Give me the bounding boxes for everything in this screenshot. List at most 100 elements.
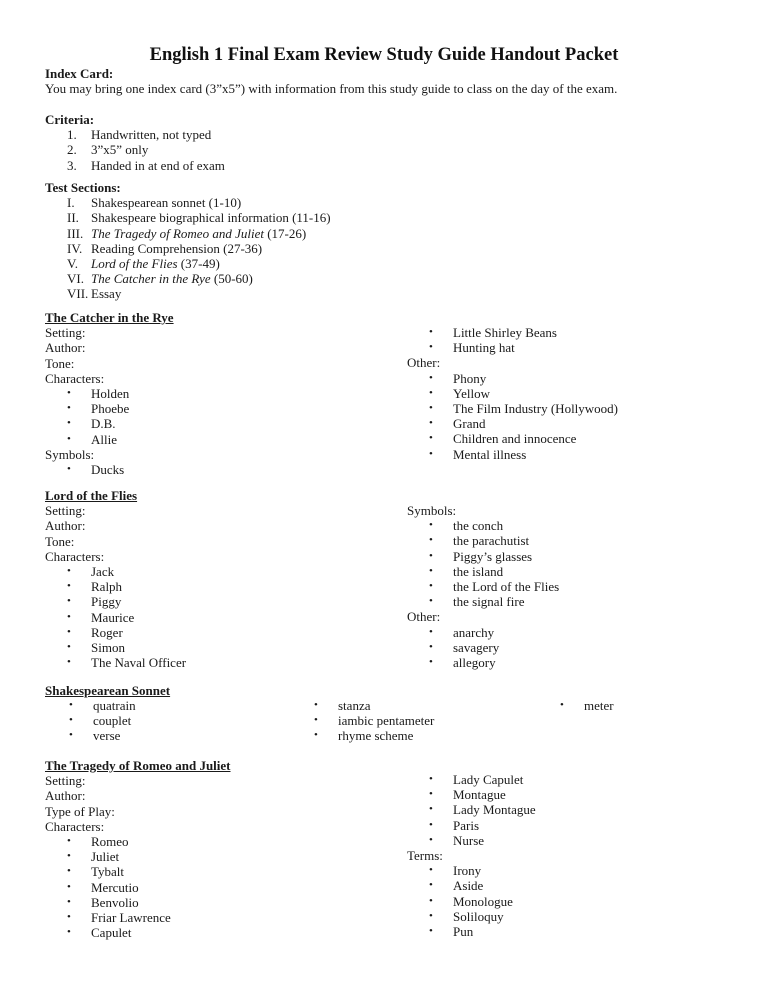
- bullet-icon: •: [429, 833, 433, 846]
- catcher-other-item: • The Film Industry (Hollywood): [407, 401, 618, 416]
- lotf-symbol-item: • Piggy’s glasses: [407, 549, 559, 564]
- bullet-icon: •: [67, 386, 71, 399]
- page-title: English 1 Final Exam Review Study Guide …: [149, 45, 619, 65]
- bullet-icon: •: [429, 788, 433, 801]
- lotf-symbol-item: • the signal fire: [407, 594, 559, 609]
- test-section-item: IV. Reading Comprehension (27-36): [67, 240, 263, 256]
- catcher-symbols-label: Symbols:: [45, 446, 95, 462]
- criteria-item: 2. 3”x5” only: [67, 142, 149, 158]
- bullet-icon: •: [429, 864, 433, 877]
- romeo-terms-label: Terms:: [407, 847, 443, 863]
- sonnet-col-2: • stanza • iambic pentameter • rhyme scheme: [290, 698, 434, 744]
- romeo-character-item: • Romeo: [45, 834, 231, 849]
- bullet-icon: •: [69, 729, 73, 742]
- lotf-symbols-label: Symbols:: [407, 503, 457, 518]
- catcher-symbol-item: • Hunting hat: [407, 340, 618, 355]
- catcher-symbol-item: • Little Shirley Beans: [407, 325, 618, 340]
- bullet-icon: •: [314, 699, 318, 711]
- catcher-author-label: Author:: [45, 340, 86, 356]
- lotf-symbol-item: • the Lord of the Flies: [407, 579, 559, 594]
- bullet-icon: •: [429, 432, 433, 445]
- romeo-character-item: • Capulet: [45, 925, 231, 940]
- catcher-other-item: • Phony: [407, 371, 618, 386]
- bullet-icon: •: [429, 549, 433, 562]
- lotf-other-item: • allegory: [407, 655, 559, 670]
- sonnet-term-item: • verse: [45, 728, 136, 743]
- criteria-item: 1. Handwritten, not typed: [67, 127, 212, 143]
- catcher-other-label: Other:: [407, 355, 441, 371]
- bullet-icon: •: [429, 534, 433, 547]
- bullet-icon: •: [429, 341, 433, 354]
- romeo-character-item: • Lady Capulet: [407, 772, 536, 787]
- test-section-item: VI. The Catcher in the Rye (50-60): [67, 271, 253, 287]
- bullet-icon: •: [67, 640, 71, 653]
- sonnet-col-3: • meter: [536, 698, 614, 713]
- bullet-icon: •: [69, 714, 73, 727]
- bullet-icon: •: [314, 729, 318, 742]
- romeo-term-item: • Monologue: [407, 894, 536, 909]
- catcher-characters-label: Characters:: [45, 370, 105, 386]
- catcher-other-item: • Mental illness: [407, 447, 618, 462]
- lotf-author-label: Author:: [45, 518, 86, 534]
- romeo-character-item: • Juliet: [45, 849, 231, 864]
- lotf-symbol-item: • the parachutist: [407, 533, 559, 548]
- romeo-section: The Tragedy of Romeo and Juliet Setting:…: [45, 758, 231, 940]
- test-sections: Test Sections: I. Shakespearean sonnet (1…: [45, 180, 331, 302]
- bullet-icon: •: [560, 699, 564, 711]
- test-section-item: III. The Tragedy of Romeo and Juliet (17-…: [67, 225, 307, 241]
- bullet-icon: •: [429, 401, 433, 414]
- bullet-icon: •: [429, 879, 433, 892]
- lotf-character-item: • Jack: [45, 564, 186, 579]
- romeo-term-item: • Pun: [407, 924, 536, 939]
- bullet-icon: •: [429, 655, 433, 668]
- romeo-heading: The Tragedy of Romeo and Juliet: [45, 758, 231, 773]
- lotf-tone-label: Tone:: [45, 533, 75, 549]
- lotf-characters-label: Characters:: [45, 548, 105, 564]
- test-section-item: I. Shakespearean sonnet (1-10): [67, 195, 242, 211]
- lotf-symbol-item: • the conch: [407, 518, 559, 533]
- bullet-icon: •: [67, 432, 71, 445]
- bullet-icon: •: [67, 880, 71, 893]
- bullet-icon: •: [67, 595, 71, 608]
- lotf-section-continued: Symbols: • the conch • the parachutist • Pi…: [407, 503, 559, 670]
- bullet-icon: •: [67, 625, 71, 638]
- bullet-icon: •: [69, 699, 73, 711]
- sonnet-term-item: • quatrain: [45, 698, 136, 713]
- test-section-item: II. Shakespeare biographical information …: [67, 210, 331, 226]
- index-card-heading: Index Card:: [45, 66, 114, 81]
- bullet-icon: •: [429, 803, 433, 816]
- romeo-term-item: • Aside: [407, 878, 536, 893]
- bullet-icon: •: [67, 865, 71, 878]
- bullet-icon: •: [67, 402, 71, 415]
- lotf-character-item: • Simon: [45, 640, 186, 655]
- lotf-other-item: • anarchy: [407, 625, 559, 640]
- romeo-setting-label: Setting:: [45, 773, 86, 789]
- bullet-icon: •: [429, 640, 433, 653]
- lotf-character-item: • Maurice: [45, 610, 186, 625]
- criteria-item: 3. Handed in at end of exam: [67, 157, 225, 173]
- catcher-heading: The Catcher in the Rye: [45, 310, 174, 325]
- lotf-character-item: • Roger: [45, 625, 186, 640]
- lotf-character-item: • Piggy: [45, 594, 186, 609]
- romeo-characters-label: Characters:: [45, 818, 105, 834]
- bullet-icon: •: [429, 579, 433, 592]
- catcher-symbol-item: • Ducks: [45, 462, 174, 477]
- bullet-icon: •: [429, 818, 433, 831]
- index-card-section: Index Card: You may bring one index card…: [45, 66, 617, 96]
- bullet-icon: •: [314, 714, 318, 727]
- sonnet-heading: Shakespearean Sonnet: [45, 683, 171, 698]
- catcher-section: The Catcher in the Rye Setting: Author: …: [45, 310, 174, 477]
- sonnet-term-item: • meter: [536, 698, 614, 713]
- lotf-character-item: • Ralph: [45, 579, 186, 594]
- lotf-other-label: Other:: [407, 609, 441, 625]
- bullet-icon: •: [67, 926, 71, 939]
- test-section-item: VII. Essay: [67, 286, 122, 302]
- bullet-icon: •: [429, 371, 433, 384]
- bullet-icon: •: [67, 417, 71, 430]
- lotf-section: Lord of the Flies Setting: Author: Tone:…: [45, 488, 186, 670]
- bullet-icon: •: [429, 909, 433, 922]
- criteria-section: Criteria: 1. Handwritten, not typed 2. 3”x…: [45, 112, 225, 173]
- romeo-type-label: Type of Play:: [45, 803, 115, 819]
- lotf-other-item: • savagery: [407, 640, 559, 655]
- bullet-icon: •: [67, 564, 71, 577]
